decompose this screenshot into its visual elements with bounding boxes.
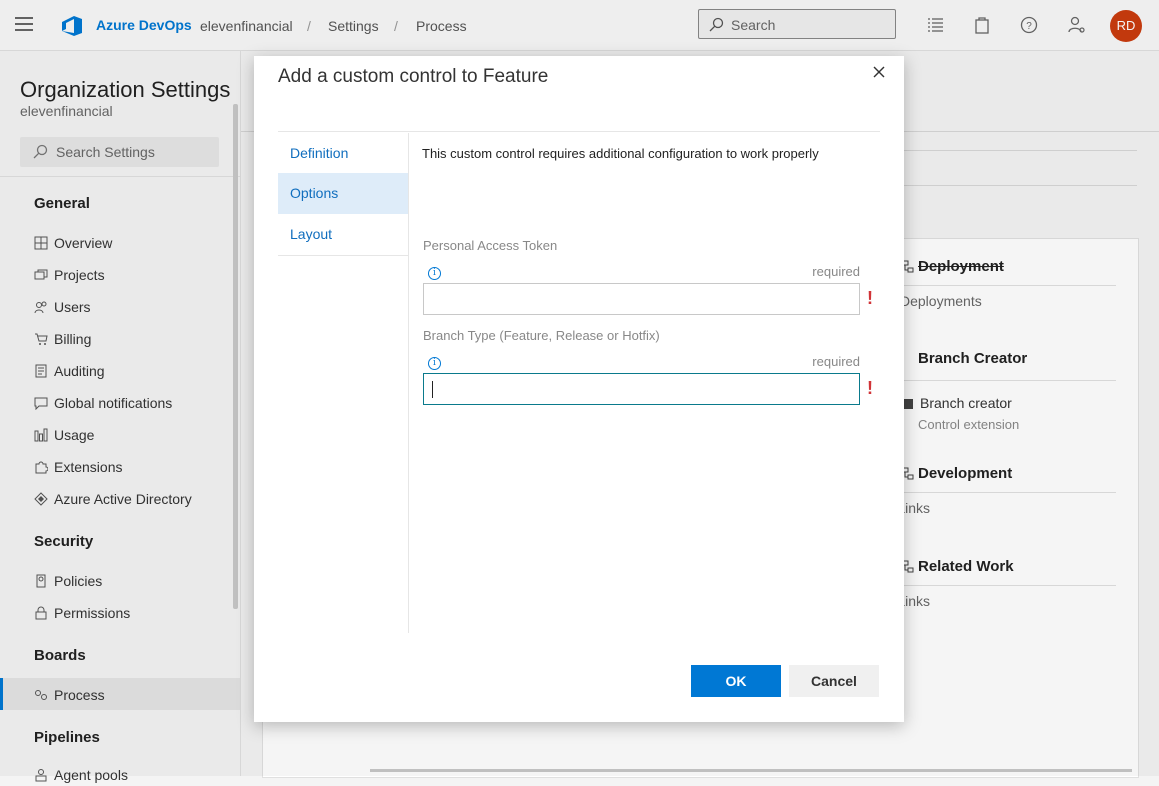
info-icon[interactable]: i (428, 267, 441, 280)
close-icon[interactable] (871, 64, 887, 80)
required-indicator: required (812, 264, 860, 279)
tabs-divider (278, 255, 408, 256)
add-custom-control-dialog: Add a custom control to Feature Definiti… (254, 56, 904, 722)
ok-button[interactable]: OK (691, 665, 781, 697)
tab-layout[interactable]: Layout (278, 214, 408, 255)
configuration-message: This custom control requires additional … (422, 146, 819, 161)
tab-definition[interactable]: Definition (278, 133, 408, 174)
required-indicator: required (812, 354, 860, 369)
error-icon: ! (867, 288, 873, 308)
personal-access-token-label: Personal Access Token (423, 238, 558, 253)
branch-type-label: Branch Type (Feature, Release or Hotfix) (423, 328, 660, 343)
info-icon[interactable]: i (428, 357, 441, 370)
error-icon: ! (867, 378, 873, 398)
text-cursor (432, 381, 433, 398)
dialog-tabs: Definition Options Layout (278, 133, 409, 633)
dialog-divider (278, 131, 880, 132)
dialog-title: Add a custom control to Feature (278, 66, 549, 87)
personal-access-token-input[interactable] (423, 283, 860, 315)
branch-type-input[interactable] (423, 373, 860, 405)
cancel-button[interactable]: Cancel (789, 665, 879, 697)
tab-options[interactable]: Options (278, 173, 408, 214)
